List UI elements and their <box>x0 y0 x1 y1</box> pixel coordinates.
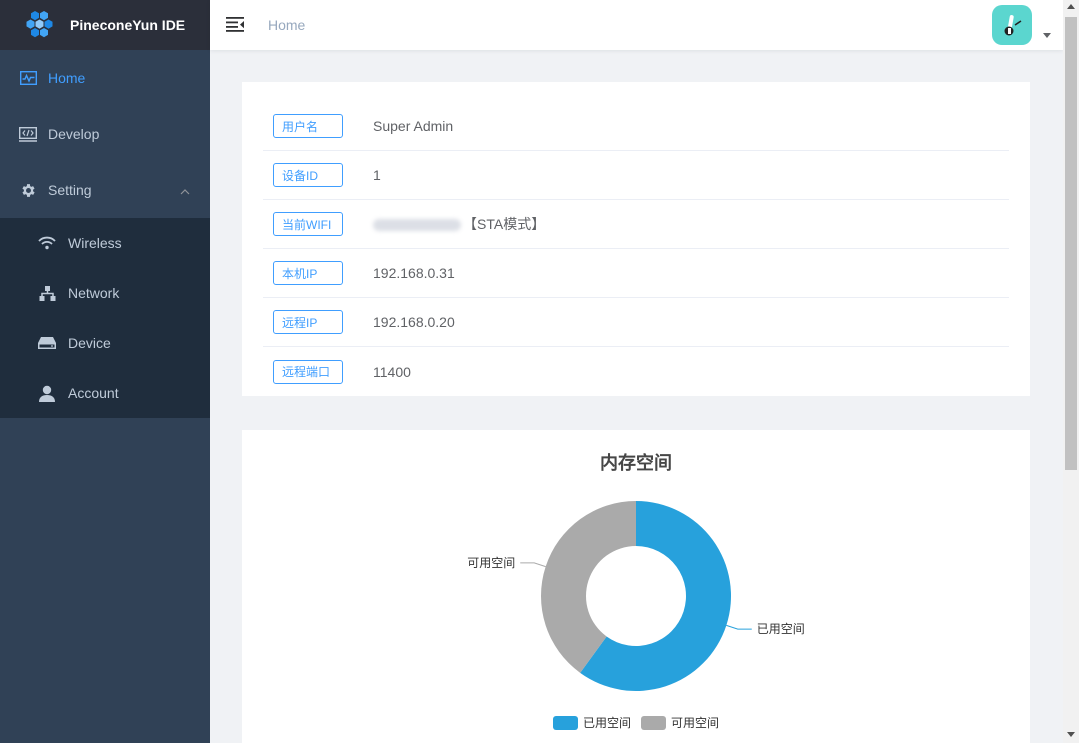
network-icon <box>38 284 56 302</box>
sidebar-item-develop[interactable]: Develop <box>0 106 210 162</box>
sidebar-item-label: Device <box>68 335 111 351</box>
info-row-device-id: 设备ID 1 <box>263 151 1009 200</box>
sidebar: PineconeYun IDE Home Develop Setting Wir… <box>0 0 210 743</box>
info-tag: 远程IP <box>273 310 343 334</box>
info-value-wifi: 【STA模式】 <box>373 214 545 234</box>
scroll-up-arrow-icon[interactable] <box>1067 4 1075 9</box>
info-row-remote-port: 远程端口 11400 <box>263 347 1009 396</box>
navbar: Home <box>210 0 1063 50</box>
info-row-username: 用户名 Super Admin <box>263 102 1009 151</box>
legend-item-used[interactable]: 已用空间 <box>553 714 631 731</box>
page-scrollbar[interactable] <box>1063 0 1079 743</box>
info-tag: 用户名 <box>273 114 343 138</box>
sidebar-item-label: Home <box>48 70 86 86</box>
chevron-up-icon <box>180 182 190 198</box>
pinecone-logo-icon <box>26 11 53 38</box>
gear-icon <box>19 181 37 199</box>
info-tag: 本机IP <box>273 261 343 285</box>
info-row-local-ip: 本机IP 192.168.0.31 <box>263 249 1009 298</box>
sidebar-item-setting[interactable]: Setting <box>0 162 210 218</box>
caret-down-icon[interactable] <box>1043 33 1051 38</box>
info-row-wifi: 当前WIFI 【STA模式】 <box>263 200 1009 249</box>
info-tag: 设备ID <box>273 163 343 187</box>
scroll-thumb[interactable] <box>1065 17 1077 470</box>
user-avatar-icon <box>1004 15 1022 36</box>
info-row-remote-ip: 远程IP 192.168.0.20 <box>263 298 1009 347</box>
info-value: Super Admin <box>373 118 454 134</box>
sidebar-item-label: Develop <box>48 126 100 142</box>
memory-chart-card: 内存空间 已用空间 可用空间 已用空间 可用空间 <box>242 430 1030 743</box>
slice-label: 可用空间 <box>467 556 515 570</box>
chart-legend: 已用空间 可用空间 <box>553 714 729 731</box>
blurred-ssid <box>373 219 461 232</box>
sidebar-item-home[interactable]: Home <box>0 50 210 106</box>
avatar[interactable] <box>992 5 1032 45</box>
sidebar-item-label: Setting <box>48 182 92 198</box>
device-info-card: 用户名 Super Admin 设备ID 1 当前WIFI 【STA模式】 本机… <box>242 82 1030 396</box>
sidebar-item-label: Account <box>68 385 119 401</box>
wifi-mode: 【STA模式】 <box>463 216 546 232</box>
legend-swatch <box>553 715 578 730</box>
sidebar-item-label: Network <box>68 285 120 301</box>
dashboard-pulse-icon <box>19 69 37 87</box>
code-icon <box>19 125 37 143</box>
info-value: 1 <box>373 167 381 183</box>
info-tag: 远程端口 <box>273 359 343 384</box>
app-title: PineconeYun IDE <box>70 17 186 33</box>
scroll-down-arrow-icon[interactable] <box>1067 732 1075 737</box>
setting-submenu: Wireless Network Device Account <box>0 218 210 418</box>
sidebar-item-label: Wireless <box>68 235 122 251</box>
logo-bar[interactable]: PineconeYun IDE <box>0 0 210 50</box>
legend-item-free[interactable]: 可用空间 <box>641 714 719 731</box>
info-value: 192.168.0.31 <box>373 265 455 281</box>
label-leader-line <box>726 624 752 630</box>
sidebar-item-network[interactable]: Network <box>0 268 210 318</box>
user-icon <box>38 384 56 402</box>
info-value: 11400 <box>373 363 411 380</box>
slice-label: 已用空间 <box>757 622 805 636</box>
breadcrumb: Home <box>268 17 306 33</box>
hamburger-menu-icon[interactable] <box>226 15 244 33</box>
sidebar-item-account[interactable]: Account <box>0 368 210 418</box>
label-leader-line <box>520 562 546 568</box>
sidebar-item-device[interactable]: Device <box>0 318 210 368</box>
memory-donut-chart: 已用空间 可用空间 <box>467 501 805 691</box>
legend-swatch <box>641 715 667 730</box>
legend-label: 可用空间 <box>671 716 720 730</box>
sidebar-item-wireless[interactable]: Wireless <box>0 218 210 268</box>
legend-label: 已用空间 <box>583 716 632 730</box>
wifi-icon <box>38 234 56 252</box>
info-value: 192.168.0.20 <box>373 314 455 330</box>
device-icon <box>38 334 56 352</box>
info-tag: 当前WIFI <box>273 212 343 236</box>
